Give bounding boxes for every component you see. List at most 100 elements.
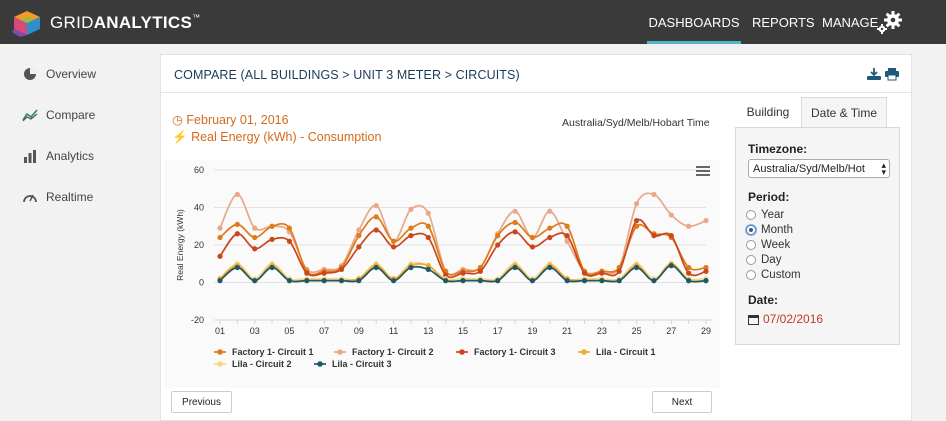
tab-building[interactable]: Building: [735, 97, 801, 127]
radio-button[interactable]: [746, 240, 756, 250]
sidebar-item-compare[interactable]: Compare: [22, 105, 95, 125]
timezone-caption: Australia/Syd/Melb/Hobart Time: [562, 117, 710, 129]
y-tick-label: 20: [194, 240, 204, 250]
data-point: [477, 278, 483, 284]
nav-manage[interactable]: MANAGE: [822, 0, 878, 44]
legend-swatch-dot: [337, 349, 343, 355]
radio-button[interactable]: [746, 255, 756, 265]
brand-name[interactable]: GRIDANALYTICS™: [50, 13, 200, 33]
download-icon[interactable]: [866, 67, 882, 81]
radio-button-selected[interactable]: [746, 225, 756, 235]
data-point: [633, 218, 640, 224]
data-point: [304, 278, 310, 284]
gauge-icon: [23, 194, 37, 203]
data-point: [234, 191, 240, 197]
nav-reports[interactable]: REPORTS: [752, 0, 815, 44]
sidebar-item-realtime[interactable]: Realtime: [22, 187, 93, 207]
data-point: [529, 234, 536, 241]
y-axis-label: Real Energy (kWh): [175, 209, 185, 281]
data-point: [495, 233, 501, 239]
sidebar-item-overview[interactable]: Overview: [22, 64, 96, 84]
data-point: [512, 229, 518, 235]
data-point: [547, 208, 553, 214]
chart-svg: -20 0 20 40 60 01 03 05 07 09 11 13 15 17 19 21 23 25 27 29…: [175, 165, 712, 369]
x-tick-label: 21: [562, 326, 572, 336]
data-point: [495, 242, 501, 248]
data-point: [686, 278, 692, 284]
selected-date-text: February 01, 2016: [186, 113, 289, 127]
legend-swatch-dot: [217, 349, 223, 355]
data-point: [564, 223, 570, 229]
y-tick-label: 0: [199, 278, 204, 288]
print-icon[interactable]: [884, 67, 900, 81]
data-point: [529, 278, 536, 284]
x-tick-label: 17: [493, 326, 503, 336]
radio-button[interactable]: [746, 270, 756, 280]
next-button[interactable]: Next: [652, 391, 712, 413]
data-point: [356, 233, 362, 239]
tab-date-time[interactable]: Date & Time: [801, 97, 887, 127]
data-point: [703, 218, 709, 224]
data-point: [599, 270, 605, 276]
data-point: [234, 221, 240, 227]
data-point: [286, 225, 293, 231]
x-tick-label: 15: [458, 326, 468, 336]
nav-dashboards[interactable]: DASHBOARDS: [647, 0, 741, 44]
data-point: [321, 270, 327, 276]
data-point: [356, 244, 362, 250]
data-point: [616, 278, 622, 284]
grid-logo-icon[interactable]: [10, 7, 44, 39]
sidebar-item-analytics[interactable]: Analytics: [22, 146, 94, 166]
x-tick-label: 11: [389, 326, 398, 336]
data-point: [390, 244, 397, 250]
date-picker[interactable]: 07/02/2016: [748, 312, 823, 326]
data-point: [686, 270, 692, 276]
sidebar-item-label: Compare: [46, 108, 96, 122]
x-tick-label: 27: [666, 326, 676, 336]
data-point: [599, 278, 605, 284]
data-point: [252, 278, 258, 284]
period-option-week[interactable]: Week: [746, 238, 790, 252]
chart-menu-icon[interactable]: [696, 165, 710, 177]
x-tick-label: 03: [250, 326, 260, 336]
data-point: [581, 278, 588, 284]
calendar-icon: [748, 314, 759, 325]
data-point: [286, 238, 293, 244]
data-point: [668, 212, 674, 218]
period-option-month[interactable]: Month: [746, 223, 793, 237]
period-heading: Period:: [748, 190, 790, 204]
data-point: [651, 191, 657, 197]
settings-gear-icon[interactable]: [876, 10, 904, 34]
pie-chart-icon: [24, 68, 36, 80]
data-point: [217, 225, 223, 231]
legend-label: Factory 1- Circuit 1: [232, 347, 314, 357]
data-point: [252, 246, 258, 252]
legend-swatch-dot: [581, 349, 587, 355]
period-option-day[interactable]: Day: [746, 253, 781, 267]
legend-label: Lila - Circuit 3: [332, 359, 392, 369]
date-time-settings: Timezone: Australia/Syd/Melb/Hot ▴ ▾ Peri…: [735, 127, 900, 345]
panel-header: COMPARE (ALL BUILDINGS > UNIT 3 METER > …: [161, 55, 911, 93]
data-point: [686, 223, 692, 229]
period-option-custom[interactable]: Custom: [746, 268, 801, 282]
data-point: [373, 264, 379, 271]
data-point: [564, 278, 570, 284]
data-point: [460, 270, 466, 276]
radio-button[interactable]: [746, 210, 756, 220]
x-tick-label: 23: [597, 326, 607, 336]
data-point: [408, 225, 414, 231]
y-tick-label: 40: [194, 203, 204, 213]
period-option-year[interactable]: Year: [746, 208, 784, 222]
data-point: [373, 203, 379, 209]
trend-line-icon: [22, 109, 38, 122]
data-point: [217, 234, 223, 241]
timezone-select[interactable]: Australia/Syd/Melb/Hot ▴ ▾: [748, 159, 890, 178]
date-value: 07/02/2016: [763, 312, 824, 326]
previous-button[interactable]: Previous: [171, 391, 232, 413]
data-point: [252, 234, 258, 241]
data-point: [373, 214, 379, 220]
data-point: [668, 233, 674, 239]
top-bar: GRIDANALYTICS™ DASHBOARDS REPORTS MANAGE: [0, 0, 946, 44]
select-arrows-icon: ▴ ▾: [881, 160, 886, 177]
timezone-select-value: Australia/Syd/Melb/Hot: [753, 162, 865, 175]
